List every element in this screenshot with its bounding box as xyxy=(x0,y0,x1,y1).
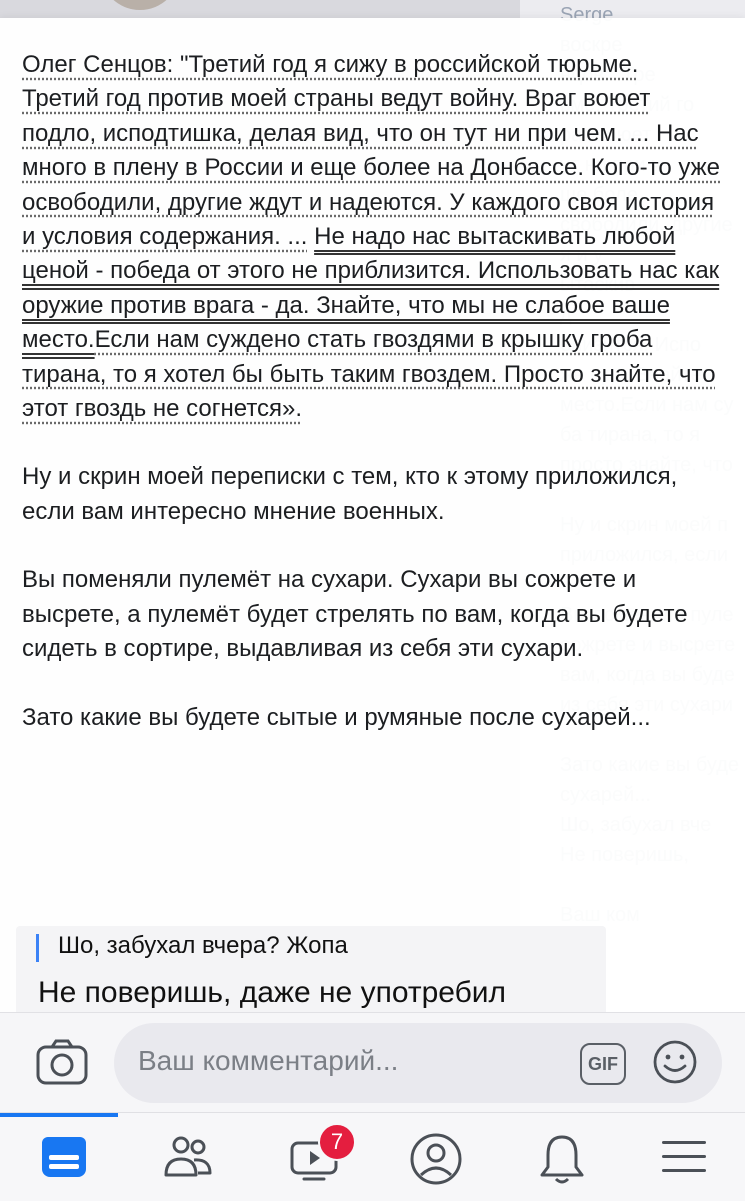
gif-button[interactable]: GIF xyxy=(580,1043,626,1085)
camera-icon[interactable] xyxy=(34,1035,90,1091)
tab-news-feed[interactable] xyxy=(10,1113,120,1201)
screen: Sergeвоскренцов: "Треьме. Третий гораг в… xyxy=(0,0,745,1201)
profile-icon xyxy=(410,1133,462,1185)
news-feed-icon xyxy=(42,1137,86,1177)
reply-text: Шо, забухал вчера? Жопа xyxy=(58,932,348,959)
tab-menu[interactable] xyxy=(630,1113,740,1201)
bottom-tab-bar: 7 xyxy=(0,1112,745,1201)
tab-profile[interactable] xyxy=(380,1113,490,1201)
message-text: Не поверишь, даже не употребил xyxy=(38,976,507,1009)
menu-icon xyxy=(662,1141,706,1172)
chat-screenshot-preview[interactable]: Шо, забухал вчера? Жопа Не поверишь, даж… xyxy=(16,926,606,1026)
notifications-icon xyxy=(540,1135,584,1184)
tab-notifications[interactable] xyxy=(508,1113,618,1201)
post-paragraph-4: Зато какие вы будете сытые и румяные пос… xyxy=(22,703,651,731)
tab-watch[interactable] xyxy=(258,1113,368,1201)
quote-paragraph: Олег Сенцов: "Третий год я сижу в россий… xyxy=(22,48,722,426)
quote-text-3: Если нам суждено стать гвоздями в крышку… xyxy=(22,326,716,423)
comment-placeholder: Ваш комментарий... xyxy=(138,1045,399,1076)
tab-friends[interactable] xyxy=(132,1113,242,1201)
emoji-icon[interactable] xyxy=(652,1039,698,1085)
comment-input[interactable]: Ваш комментарий... GIF xyxy=(114,1023,722,1103)
post-card: Олег Сенцов: "Третий год я сижу в россий… xyxy=(0,18,745,1018)
reply-bar xyxy=(36,934,39,962)
quote-text-1: Олег Сенцов: "Третий год я сижу в россий… xyxy=(22,51,721,251)
comment-composer: Ваш комментарий... GIF xyxy=(0,1012,745,1113)
avatar[interactable] xyxy=(100,0,180,10)
post-paragraph-3: Вы поменяли пулемёт на сухари. Сухари вы… xyxy=(22,566,688,663)
post-body: Олег Сенцов: "Третий год я сижу в россий… xyxy=(22,48,722,769)
watch-badge: 7 xyxy=(318,1123,356,1161)
post-paragraph-2: Ну и скрин моей переписки с тем, кто к э… xyxy=(22,463,678,525)
friends-icon xyxy=(164,1136,212,1177)
